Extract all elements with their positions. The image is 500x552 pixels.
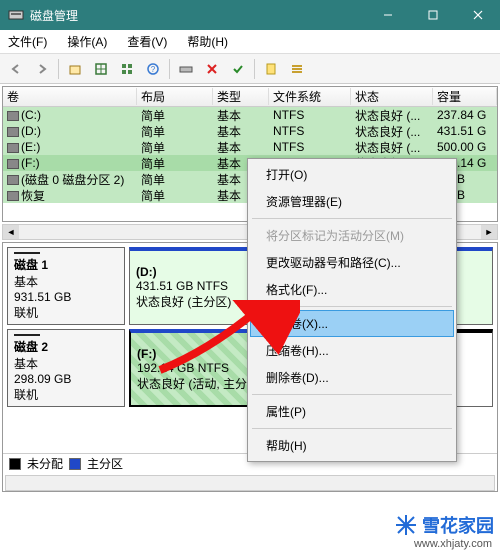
scroll-left-icon[interactable]: ◄ bbox=[3, 225, 19, 239]
menu-item[interactable]: 删除卷(D)... bbox=[250, 364, 454, 391]
menu-item[interactable]: 打开(O) bbox=[250, 161, 454, 188]
volume-icon bbox=[7, 127, 19, 137]
context-menu: 打开(O)资源管理器(E) 将分区标记为活动分区(M)更改驱动器号和路径(C)..… bbox=[247, 158, 457, 462]
volume-icon bbox=[7, 143, 19, 153]
menu-help[interactable]: 帮助(H) bbox=[183, 31, 232, 52]
minimize-button[interactable] bbox=[365, 0, 410, 30]
up-icon[interactable] bbox=[63, 57, 87, 81]
menu-separator bbox=[252, 306, 452, 307]
menu-separator bbox=[252, 428, 452, 429]
menu-item[interactable]: 更改驱动器号和路径(C)... bbox=[250, 249, 454, 276]
disk-status: 联机 bbox=[14, 386, 118, 403]
check-icon[interactable] bbox=[226, 57, 250, 81]
menu-item: 将分区标记为活动分区(M) bbox=[250, 222, 454, 249]
watermark: 雪花家园 bbox=[394, 512, 494, 538]
watermark-url: www.xhjaty.com bbox=[414, 538, 492, 550]
maximize-button[interactable] bbox=[410, 0, 455, 30]
disk-name: 磁盘 1 bbox=[14, 256, 118, 273]
volume-icon bbox=[7, 111, 19, 121]
watermark-text: 雪花家园 bbox=[422, 512, 494, 538]
disk-status: 联机 bbox=[14, 304, 118, 321]
volume-icon bbox=[7, 191, 19, 201]
menu-separator bbox=[252, 218, 452, 219]
table-row[interactable]: (E:)简单基本NTFS状态良好 (...500.00 G bbox=[3, 139, 497, 155]
col-status[interactable]: 状态 bbox=[351, 88, 433, 105]
disk-size: 931.51 GB bbox=[14, 290, 118, 304]
menu-item[interactable]: 帮助(H) bbox=[250, 432, 454, 459]
menu-item[interactable]: 属性(P) bbox=[250, 398, 454, 425]
col-capacity[interactable]: 容量 bbox=[433, 88, 497, 105]
menu-file[interactable]: 文件(F) bbox=[4, 31, 51, 52]
legend-primary-swatch bbox=[69, 458, 81, 470]
menu-action[interactable]: 操作(A) bbox=[63, 31, 111, 52]
menubar: 文件(F) 操作(A) 查看(V) 帮助(H) bbox=[0, 30, 500, 54]
svg-text:?: ? bbox=[151, 65, 156, 74]
col-fs[interactable]: 文件系统 bbox=[269, 88, 351, 105]
menu-item[interactable]: 格式化(F)... bbox=[250, 276, 454, 303]
disk-size: 298.09 GB bbox=[14, 372, 118, 386]
note-icon[interactable] bbox=[259, 57, 283, 81]
back-icon[interactable] bbox=[4, 57, 28, 81]
delete-icon[interactable] bbox=[200, 57, 224, 81]
disk-type: 基本 bbox=[14, 273, 118, 290]
disk-header[interactable]: 磁盘 2基本298.09 GB联机 bbox=[7, 329, 125, 407]
menu-item[interactable]: 扩展卷(X)... bbox=[250, 310, 454, 337]
legend-unalloc-label: 未分配 bbox=[27, 455, 63, 472]
legend-primary-label: 主分区 bbox=[87, 455, 123, 472]
disk-name: 磁盘 2 bbox=[14, 338, 118, 355]
menu-view[interactable]: 查看(V) bbox=[123, 31, 171, 52]
disk-tool-icon[interactable] bbox=[174, 57, 198, 81]
scroll-right-icon[interactable]: ► bbox=[481, 225, 497, 239]
window-title: 磁盘管理 bbox=[30, 7, 78, 24]
disk-icon bbox=[8, 7, 24, 23]
volume-icon bbox=[7, 175, 19, 185]
panel-hscroll[interactable] bbox=[5, 475, 495, 491]
close-button[interactable] bbox=[455, 0, 500, 30]
refresh-icon[interactable] bbox=[115, 57, 139, 81]
legend-unalloc-swatch bbox=[9, 458, 21, 470]
table-row[interactable]: (D:)简单基本NTFS状态良好 (...431.51 G bbox=[3, 123, 497, 139]
properties-icon[interactable]: ? bbox=[141, 57, 165, 81]
volume-icon bbox=[7, 159, 19, 169]
titlebar: 磁盘管理 bbox=[0, 0, 500, 30]
forward-icon[interactable] bbox=[30, 57, 54, 81]
snowflake-icon bbox=[394, 513, 418, 537]
col-layout[interactable]: 布局 bbox=[137, 88, 213, 105]
views-icon[interactable] bbox=[89, 57, 113, 81]
menu-item[interactable]: 资源管理器(E) bbox=[250, 188, 454, 215]
menu-item[interactable]: 压缩卷(H)... bbox=[250, 337, 454, 364]
menu-separator bbox=[252, 394, 452, 395]
disk-icon bbox=[14, 334, 40, 336]
toolbar: ? bbox=[0, 54, 500, 84]
disk-icon bbox=[14, 252, 40, 254]
list-icon[interactable] bbox=[285, 57, 309, 81]
disk-header[interactable]: 磁盘 1基本931.51 GB联机 bbox=[7, 247, 125, 325]
table-header: 卷 布局 类型 文件系统 状态 容量 bbox=[3, 87, 497, 107]
table-row[interactable]: (C:)简单基本NTFS状态良好 (...237.84 G bbox=[3, 107, 497, 123]
disk-type: 基本 bbox=[14, 355, 118, 372]
col-type[interactable]: 类型 bbox=[213, 88, 269, 105]
col-volume[interactable]: 卷 bbox=[3, 88, 137, 105]
